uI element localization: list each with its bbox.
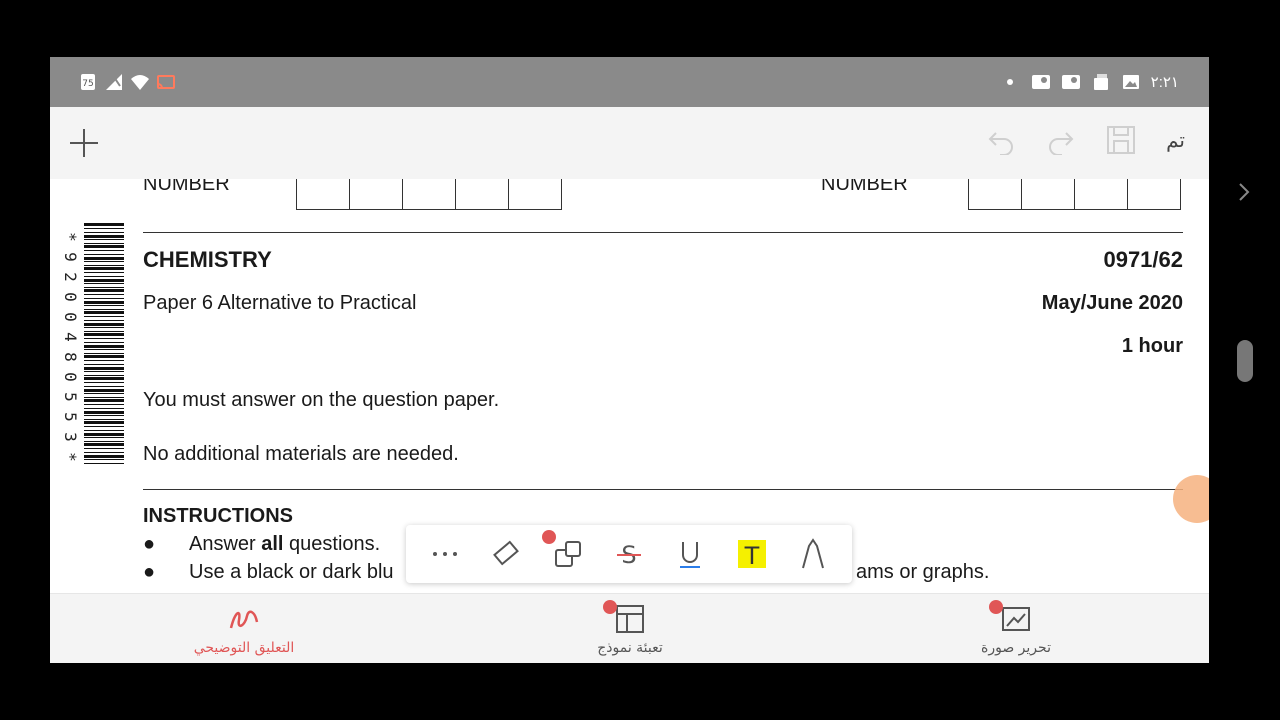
pen-icon xyxy=(802,538,825,569)
exam-session: May/June 2020 xyxy=(1041,292,1183,314)
bullet: ● xyxy=(143,561,156,583)
number-label-left: NUMBER xyxy=(143,179,230,195)
more-tool[interactable] xyxy=(425,534,465,574)
exam-duration: 1 hour xyxy=(1121,335,1183,357)
instruction-item-tail: ams or graphs. xyxy=(856,561,990,583)
barcode xyxy=(84,223,124,464)
save-icon[interactable] xyxy=(1106,125,1136,155)
paper-title: Paper 6 Alternative to Practical xyxy=(143,292,417,314)
svg-text:T: T xyxy=(743,542,759,570)
status-time: ٢:٢١ xyxy=(1150,74,1179,91)
subject-title: CHEMISTRY xyxy=(143,247,272,272)
annotation-toolbar: S T xyxy=(406,525,852,583)
battery-icon: 75 xyxy=(81,74,95,90)
instructions-heading: INSTRUCTIONS xyxy=(143,505,293,527)
premium-crown-icon xyxy=(541,530,556,544)
bullet: ● xyxy=(143,533,156,555)
gallery-stack-icon xyxy=(1093,74,1108,90)
fill-form-tab[interactable]: تعبئة نموذج xyxy=(540,600,720,656)
instruction-item: Use a black or dark blu xyxy=(189,561,394,583)
fill-form-icon-wrap xyxy=(603,600,647,636)
eraser-tool[interactable] xyxy=(486,534,526,574)
image-icon xyxy=(1122,75,1139,89)
status-right-icons: ٢:٢١ xyxy=(1006,72,1179,92)
svg-text:75: 75 xyxy=(82,79,93,89)
annotate-icon xyxy=(229,610,259,629)
eraser-icon xyxy=(493,540,520,566)
more-icon xyxy=(432,552,457,556)
paper-code: 0971/62 xyxy=(1103,247,1183,272)
underline-icon xyxy=(680,542,701,568)
shapes-tool[interactable] xyxy=(541,530,588,574)
underline-tool[interactable] xyxy=(670,534,710,574)
chevron-right-icon[interactable] xyxy=(1236,180,1252,204)
cast-icon xyxy=(157,75,175,89)
edit-image-tab[interactable]: تحرير صورة xyxy=(926,600,1106,656)
annotate-tab[interactable]: التعليق التوضيحي xyxy=(154,602,334,656)
materials-note: No additional materials are needed. xyxy=(143,443,459,465)
premium-crown-icon xyxy=(603,600,617,614)
add-icon[interactable] xyxy=(68,127,100,159)
done-button[interactable]: تم xyxy=(1166,128,1185,153)
scroll-handle[interactable] xyxy=(1237,340,1253,382)
premium-crown-icon xyxy=(989,600,1003,614)
wifi-icon xyxy=(131,75,149,90)
shapes-icon xyxy=(554,541,581,567)
instruction-item: Answer all questions. xyxy=(189,533,381,555)
status-left-icons: 75 xyxy=(78,72,176,92)
divider xyxy=(143,489,1183,490)
app-window: 75 ٢:٢١ تم NUMBER NUMBER * 9 2 0 0 4 8 0… xyxy=(50,57,1209,663)
edit-image-icon-wrap xyxy=(989,600,1033,636)
number-label-right: NUMBER xyxy=(821,179,908,195)
status-bar: 75 ٢:٢١ xyxy=(50,57,1209,107)
app-notification-icon xyxy=(1031,75,1050,89)
number-boxes-right xyxy=(968,179,1181,210)
pen-tool[interactable] xyxy=(793,534,833,574)
app-notification-icon xyxy=(1061,75,1080,89)
undo-icon[interactable] xyxy=(986,125,1016,155)
annotate-label: التعليق التوضيحي xyxy=(193,640,295,656)
redo-icon[interactable] xyxy=(1046,125,1076,155)
answer-note: You must answer on the question paper. xyxy=(143,389,500,411)
barcode-number: * 9 2 0 0 4 8 0 5 5 3 * xyxy=(61,232,80,462)
no-signal-icon xyxy=(106,73,122,90)
toolbar-actions: تم xyxy=(986,125,1185,155)
fill-form-label: تعبئة نموذج xyxy=(597,640,663,656)
form-icon xyxy=(616,605,644,633)
strikethrough-tool[interactable]: S xyxy=(609,534,649,574)
strikethrough-icon: S xyxy=(616,541,641,569)
notification-dot xyxy=(1006,79,1013,85)
edit-image-label: تحرير صورة xyxy=(981,640,1051,656)
edit-image-icon xyxy=(1002,607,1030,631)
highlight-tool[interactable]: T xyxy=(732,534,772,574)
number-boxes-left xyxy=(296,179,562,210)
bottom-bar: التعليق التوضيحي تعبئة نموذج تحرير صورة xyxy=(50,593,1209,663)
divider xyxy=(143,232,1183,233)
top-toolbar: تم xyxy=(50,107,1209,180)
highlight-icon: T xyxy=(737,540,766,570)
